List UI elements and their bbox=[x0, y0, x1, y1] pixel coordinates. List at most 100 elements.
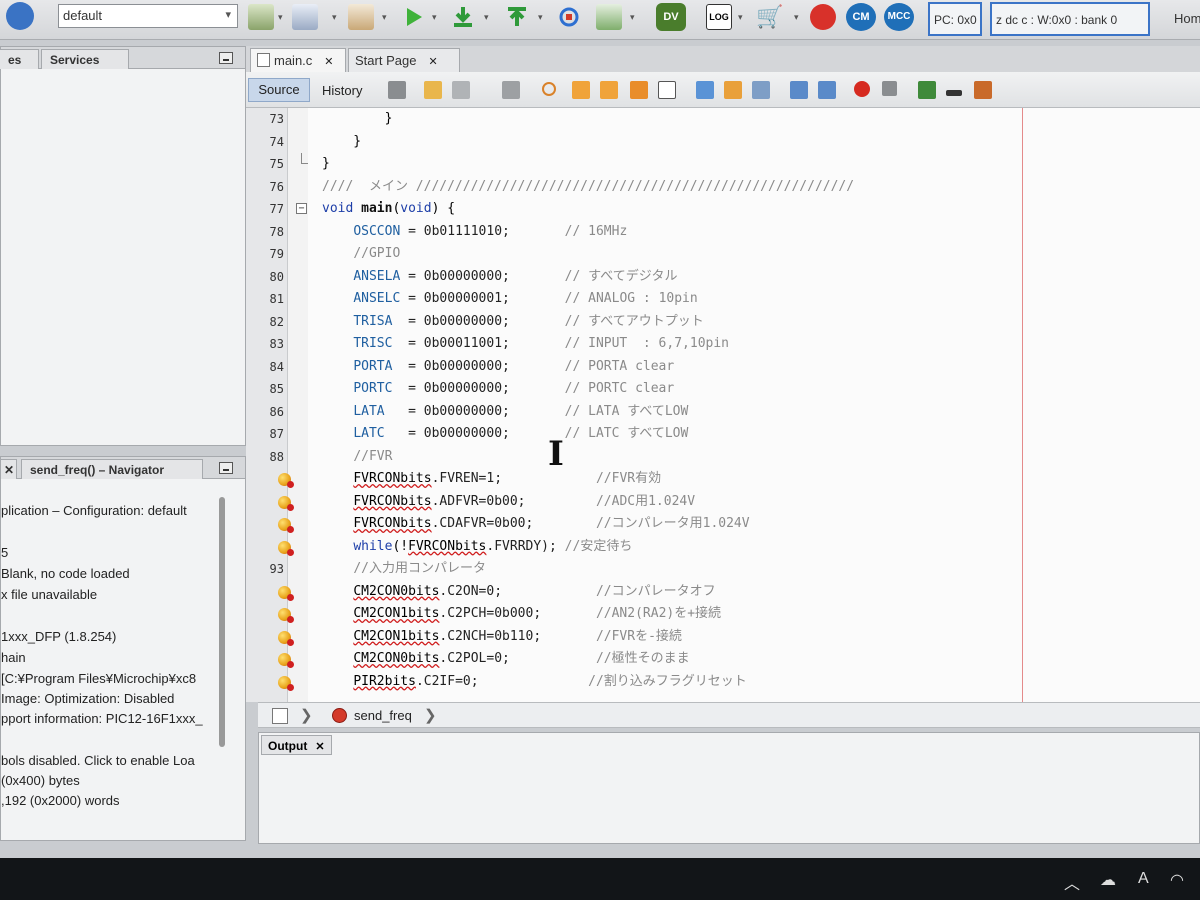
chevron-down-icon[interactable]: ▾ bbox=[630, 12, 635, 23]
toggle-highlight-icon[interactable] bbox=[630, 81, 648, 99]
code-line[interactable]: 85 PORTC = 0b00000000; // PORTC clear bbox=[246, 378, 1200, 401]
chevron-down-icon[interactable]: ▾ bbox=[738, 12, 743, 23]
reset-icon[interactable] bbox=[556, 4, 582, 30]
toggle-rect-select-icon[interactable] bbox=[658, 81, 676, 99]
code-line[interactable]: 83 TRISC = 0b00011001; // INPUT : 6,7,10… bbox=[246, 333, 1200, 356]
fold-collapse-icon[interactable]: − bbox=[296, 203, 307, 214]
dv-icon[interactable]: DV bbox=[656, 3, 686, 31]
warning-icon[interactable] bbox=[278, 608, 294, 623]
code-line[interactable]: 75} bbox=[246, 153, 1200, 176]
mcc-icon[interactable]: MCC bbox=[884, 3, 914, 31]
uncomment-icon[interactable] bbox=[946, 90, 962, 96]
code-line[interactable]: 79 //GPIO bbox=[246, 243, 1200, 266]
code-line[interactable]: 77 − void main(void) { bbox=[246, 198, 1200, 221]
minimize-icon[interactable] bbox=[219, 52, 233, 64]
warning-icon[interactable] bbox=[278, 630, 294, 646]
shift-right-icon[interactable] bbox=[818, 81, 836, 99]
program-device-icon[interactable] bbox=[450, 4, 476, 30]
tab-start-page[interactable]: Start Page ✕ bbox=[348, 48, 460, 72]
chevron-down-icon[interactable]: ▾ bbox=[538, 12, 543, 23]
close-icon[interactable]: ✕ bbox=[324, 56, 333, 68]
dashboard-line[interactable]: bols disabled. Click to enable Loa bbox=[1, 753, 195, 768]
code-line[interactable]: while(!FVRCONbits.FVRRDY); //安定待ち bbox=[246, 536, 1200, 559]
code-line[interactable]: FVRCONbits.ADFVR=0b00; //ADC用1.024V bbox=[246, 491, 1200, 514]
forward-icon[interactable] bbox=[502, 81, 520, 99]
chevron-down-icon[interactable]: ▾ bbox=[432, 12, 437, 23]
find-icon[interactable] bbox=[542, 82, 556, 96]
tab-projects[interactable]: es bbox=[0, 49, 39, 69]
history-tab[interactable]: History bbox=[322, 83, 362, 98]
configuration-select[interactable]: default ▾ bbox=[58, 4, 238, 28]
previous-bookmark-icon[interactable] bbox=[696, 81, 714, 99]
warning-icon[interactable] bbox=[278, 518, 294, 533]
stop-macro-icon[interactable] bbox=[882, 81, 897, 96]
toggle-bookmark-icon[interactable] bbox=[752, 81, 770, 99]
code-line[interactable]: FVRCONbits.CDAFVR=0b00; //コンパレータ用1.024V bbox=[246, 513, 1200, 536]
code-line[interactable]: CM2CON0bits.C2ON=0; //コンパレータオフ bbox=[246, 581, 1200, 604]
comment-icon[interactable] bbox=[918, 81, 936, 99]
tab-close-icon[interactable]: ✕ bbox=[1, 459, 17, 479]
code-line[interactable]: 73 } bbox=[246, 108, 1200, 131]
code-line[interactable]: 78 OSCCON = 0b01111010; // 16MHz bbox=[246, 221, 1200, 244]
code-line[interactable]: CM2CON1bits.C2NCH=0b110; //FVRを-接続 bbox=[246, 626, 1200, 649]
file-icon[interactable] bbox=[272, 708, 288, 724]
build-icon[interactable] bbox=[248, 4, 274, 30]
log-icon[interactable]: LOG bbox=[706, 4, 732, 30]
tab-navigator[interactable]: send_freq() – Navigator bbox=[21, 459, 203, 479]
home-link[interactable]: Hom bbox=[1174, 11, 1200, 26]
back-icon[interactable] bbox=[424, 81, 442, 99]
format-icon[interactable] bbox=[974, 81, 992, 99]
shift-left-icon[interactable] bbox=[790, 81, 808, 99]
wifi-icon[interactable]: ◠ bbox=[1170, 870, 1184, 890]
network-icon[interactable]: ☁ bbox=[1100, 870, 1116, 890]
close-icon[interactable]: ✕ bbox=[315, 741, 324, 753]
back-icon[interactable] bbox=[452, 81, 470, 99]
code-line[interactable]: CM2CON0bits.C2POL=0; //極性そのまま bbox=[246, 648, 1200, 671]
source-tab[interactable]: Source bbox=[248, 78, 310, 102]
breadcrumb-function[interactable]: send_freq bbox=[354, 708, 412, 723]
chevron-down-icon[interactable]: ▾ bbox=[794, 12, 799, 23]
code-line[interactable]: PIR2bits.C2IF=0; //割り込みフラグリセット bbox=[246, 671, 1200, 694]
read-device-icon[interactable] bbox=[504, 4, 530, 30]
run-icon[interactable] bbox=[400, 4, 426, 30]
close-icon[interactable]: ✕ bbox=[428, 56, 437, 68]
code-line[interactable]: 84 PORTA = 0b00000000; // PORTA clear bbox=[246, 356, 1200, 379]
code-line[interactable]: 86 LATA = 0b00000000; // LATA すべてLOW bbox=[246, 401, 1200, 424]
start-macro-icon[interactable] bbox=[854, 81, 870, 97]
tab-main-c[interactable]: main.c ✕ bbox=[250, 48, 346, 72]
chevron-down-icon[interactable]: ▾ bbox=[484, 12, 489, 23]
cart-icon[interactable]: 🛒 bbox=[756, 4, 783, 30]
code-line[interactable]: 76 //// メイン /////////////////////////////… bbox=[246, 176, 1200, 199]
code-editor[interactable]: 73 } 74 } 75} 76//// メイン //////////////////… bbox=[246, 108, 1200, 702]
back-icon[interactable] bbox=[6, 2, 34, 30]
find-next-icon[interactable] bbox=[600, 81, 618, 99]
debug-icon[interactable] bbox=[596, 4, 622, 30]
code-line[interactable]: 80 ANSELA = 0b00000000; // すべてデジタル bbox=[246, 266, 1200, 289]
minimize-icon[interactable] bbox=[219, 462, 233, 474]
warning-icon[interactable] bbox=[278, 473, 294, 488]
chevron-down-icon[interactable]: ▾ bbox=[382, 12, 387, 23]
warning-icon[interactable] bbox=[278, 675, 294, 691]
code-line[interactable]: 82 TRISA = 0b00000000; // すべてアウトプット bbox=[246, 311, 1200, 334]
warning-icon[interactable] bbox=[278, 495, 294, 511]
make-icon[interactable] bbox=[348, 4, 374, 30]
code-line[interactable]: FVRCONbits.FVREN=1; //FVR有効 bbox=[246, 468, 1200, 491]
tab-output[interactable]: Output ✕ bbox=[261, 735, 332, 755]
code-line[interactable]: 93 //入力用コンパレータ bbox=[246, 558, 1200, 581]
ime-indicator[interactable]: A bbox=[1138, 870, 1149, 888]
cm-icon[interactable]: CM bbox=[846, 3, 876, 31]
warning-icon[interactable] bbox=[278, 585, 294, 601]
find-previous-icon[interactable] bbox=[572, 81, 590, 99]
last-edit-icon[interactable] bbox=[388, 81, 406, 99]
code-line[interactable]: CM2CON1bits.C2PCH=0b000; //AN2(RA2)を+接続 bbox=[246, 603, 1200, 626]
code-line[interactable]: 88 //FVR bbox=[246, 446, 1200, 469]
scrollbar[interactable] bbox=[219, 497, 225, 747]
warning-icon[interactable] bbox=[278, 653, 294, 668]
tab-services[interactable]: Services bbox=[41, 49, 129, 69]
code-line[interactable]: 81 ANSELC = 0b00000001; // ANALOG : 10pi… bbox=[246, 288, 1200, 311]
code-line[interactable]: 87 LATC = 0b00000000; // LATC すべてLOW bbox=[246, 423, 1200, 446]
harmony-icon[interactable] bbox=[810, 4, 836, 30]
chevron-down-icon[interactable]: ▾ bbox=[278, 12, 283, 23]
next-bookmark-icon[interactable] bbox=[724, 81, 742, 99]
code-line[interactable]: 74 } bbox=[246, 131, 1200, 154]
